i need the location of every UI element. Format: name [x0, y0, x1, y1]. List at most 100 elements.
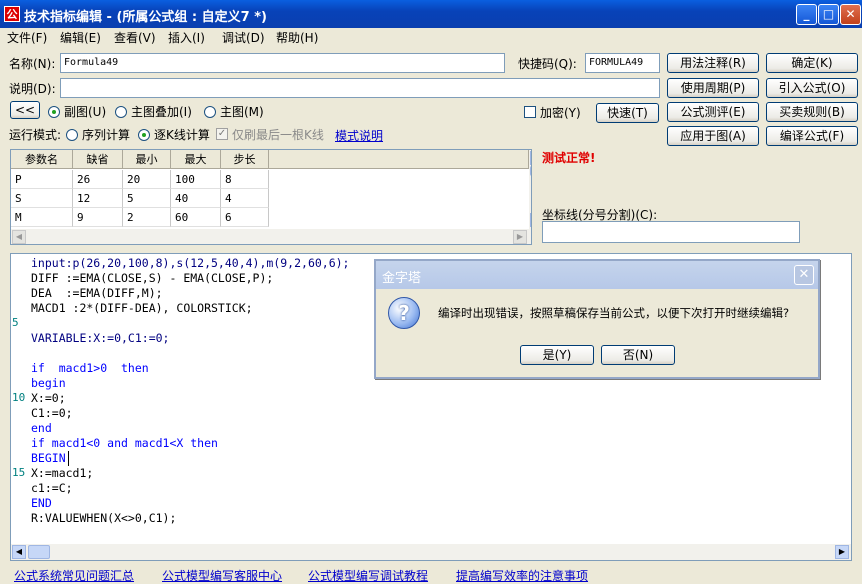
scroll-down-icon[interactable]: ▼ — [530, 213, 531, 227]
min-cell[interactable]: 20 — [123, 170, 171, 189]
close-button[interactable]: ✕ — [840, 4, 861, 25]
menu-file[interactable]: 文件(F) — [7, 30, 47, 46]
table-row[interactable]: P 26 20 100 8 — [11, 170, 529, 189]
maximize-button[interactable]: □ — [818, 4, 839, 25]
compile-formula-button[interactable]: 编译公式(F) — [766, 126, 858, 146]
formula-test-button[interactable]: 公式测评(E) — [667, 102, 759, 122]
radio-bar-mode-label: 逐K线计算 — [154, 128, 210, 142]
footer-link-faq[interactable]: 公式系统常见问题汇总 — [14, 567, 134, 584]
step-cell[interactable]: 6 — [221, 208, 269, 227]
line-number: 5 — [12, 316, 19, 329]
dialog-close-icon[interactable]: ✕ — [794, 265, 814, 285]
quick-button[interactable]: 快速(T) — [596, 103, 659, 123]
title-bar: 公 技术指标编辑 - (所属公式组 : 自定义7 *) _ □ ✕ — [0, 0, 862, 28]
code-line: end — [31, 421, 52, 435]
encrypt-checkbox[interactable]: 加密(Y) — [524, 105, 589, 121]
radio-main-overlay-label: 主图叠加(I) — [131, 105, 192, 119]
table-vertical-scrollbar[interactable]: ▲ ▼ — [529, 150, 531, 229]
code-line: END — [31, 496, 52, 510]
code-line: if macd1>0 then — [31, 361, 149, 375]
menu-edit[interactable]: 编辑(E) — [60, 30, 101, 46]
code-line: DIFF :=EMA(CLOSE,S) - EMA(CLOSE,P); — [31, 271, 274, 285]
radio-main-chart-dot — [204, 106, 216, 118]
menu-view[interactable]: 查看(V) — [114, 30, 156, 46]
editor-horizontal-scrollbar[interactable]: ◀ ▶ — [11, 544, 851, 560]
code-line: c1:=C; — [31, 481, 73, 495]
shortcut-input[interactable]: FORMULA49 — [585, 53, 660, 73]
scroll-right-icon[interactable]: ▶ — [835, 545, 849, 559]
import-formula-button[interactable]: 引入公式(O) — [766, 78, 858, 98]
scroll-thumb[interactable] — [530, 166, 531, 176]
menu-bar: 文件(F) 编辑(E) 查看(V) 插入(I) 调试(D) 帮助(H) — [0, 28, 862, 48]
scroll-up-icon[interactable]: ▲ — [530, 151, 531, 165]
dialog-title: 金字塔 — [382, 271, 422, 286]
radio-sequence-mode[interactable]: 序列计算 — [66, 126, 136, 144]
footer-link-tips[interactable]: 提高编写效率的注意事项 — [456, 567, 588, 584]
default-cell[interactable]: 9 — [73, 208, 123, 227]
collapse-button[interactable]: << — [10, 101, 40, 119]
radio-sequence-mode-dot — [66, 129, 78, 141]
formula-app-icon: 公 — [4, 6, 20, 22]
mode-help-link[interactable]: 模式说明 — [335, 127, 383, 144]
footer-link-support[interactable]: 公式模型编写客服中心 — [162, 567, 282, 584]
scroll-thumb[interactable] — [28, 545, 50, 559]
header-min: 最小 — [123, 150, 171, 169]
param-table: 参数名 缺省 最小 最大 步长 P 26 20 100 8 S 12 5 40 … — [10, 149, 532, 245]
code-line: MACD1 :2*(DIFF-DEA), COLORSTICK; — [31, 301, 253, 315]
code-line: input:p(26,20,100,8),s(12,5,40,4),m(9,2,… — [31, 256, 350, 270]
minimize-button[interactable]: _ — [796, 4, 817, 25]
name-input[interactable]: Formula49 — [60, 53, 505, 73]
axis-input[interactable] — [542, 221, 800, 243]
scroll-right-icon[interactable]: ▶ — [513, 230, 527, 244]
param-name-cell[interactable]: S — [11, 189, 73, 208]
menu-debug[interactable]: 调试(D) — [222, 30, 265, 46]
header-step: 步长 — [221, 150, 269, 169]
menu-help[interactable]: 帮助(H) — [276, 30, 318, 46]
dialog-yes-button[interactable]: 是(Y) — [520, 345, 594, 365]
table-row[interactable]: S 12 5 40 4 — [11, 189, 529, 208]
radio-bar-mode-dot — [138, 129, 150, 141]
param-header-row: 参数名 缺省 最小 最大 步长 — [11, 150, 529, 170]
max-cell[interactable]: 60 — [171, 208, 221, 227]
radio-main-overlay-dot — [115, 106, 127, 118]
scroll-left-icon[interactable]: ◀ — [12, 545, 26, 559]
last-bar-label: 仅刷最后一根K线 — [232, 128, 324, 142]
ok-button[interactable]: 确定(K) — [766, 53, 858, 73]
step-cell[interactable]: 4 — [221, 189, 269, 208]
radio-main-chart[interactable]: 主图(M) — [204, 103, 274, 121]
apply-to-chart-button[interactable]: 应用于图(A) — [667, 126, 759, 146]
table-row[interactable]: M 9 2 60 6 — [11, 208, 529, 227]
max-cell[interactable]: 40 — [171, 189, 221, 208]
radio-bar-mode[interactable]: 逐K线计算 — [138, 126, 218, 144]
code-line: BEGIN — [31, 451, 69, 466]
scroll-left-icon[interactable]: ◀ — [12, 230, 26, 244]
min-cell[interactable]: 5 — [123, 189, 171, 208]
usage-notes-button[interactable]: 用法注释(R) — [667, 53, 759, 73]
code-line: R:VALUEWHEN(X<>0,C1); — [31, 511, 177, 525]
last-bar-checkbox[interactable]: ✓ 仅刷最后一根K线 — [216, 127, 326, 143]
status-text: 测试正常! — [542, 151, 596, 165]
menu-insert[interactable]: 插入(I) — [168, 30, 205, 46]
min-cell[interactable]: 2 — [123, 208, 171, 227]
description-input[interactable] — [60, 78, 660, 98]
trade-rules-button[interactable]: 买卖规则(B) — [766, 102, 858, 122]
step-cell[interactable]: 8 — [221, 170, 269, 189]
footer-link-tutorial[interactable]: 公式模型编写调试教程 — [308, 567, 428, 584]
radio-main-chart-label: 主图(M) — [220, 105, 264, 119]
max-cell[interactable]: 100 — [171, 170, 221, 189]
encrypt-checkbox-box — [524, 106, 536, 118]
code-line: DEA :=EMA(DIFF,M); — [31, 286, 163, 300]
default-cell[interactable]: 12 — [73, 189, 123, 208]
code-line: X:=0; — [31, 391, 66, 405]
usage-period-button[interactable]: 使用周期(P) — [667, 78, 759, 98]
default-cell[interactable]: 26 — [73, 170, 123, 189]
question-icon: ? — [388, 297, 420, 329]
radio-main-overlay[interactable]: 主图叠加(I) — [115, 103, 210, 121]
table-horizontal-scrollbar[interactable]: ◀ ▶ — [11, 229, 531, 244]
dialog-no-button[interactable]: 否(N) — [601, 345, 675, 365]
confirm-dialog: 金字塔 ✕ ? 编译时出现错误，按照草稿保存当前公式，以便下次打开时继续编辑? … — [374, 259, 820, 379]
param-name-cell[interactable]: P — [11, 170, 73, 189]
param-name-cell[interactable]: M — [11, 208, 73, 227]
radio-sub-chart-label: 副图(U) — [64, 105, 107, 119]
code-line: if macd1<0 and macd1<X then — [31, 436, 218, 450]
